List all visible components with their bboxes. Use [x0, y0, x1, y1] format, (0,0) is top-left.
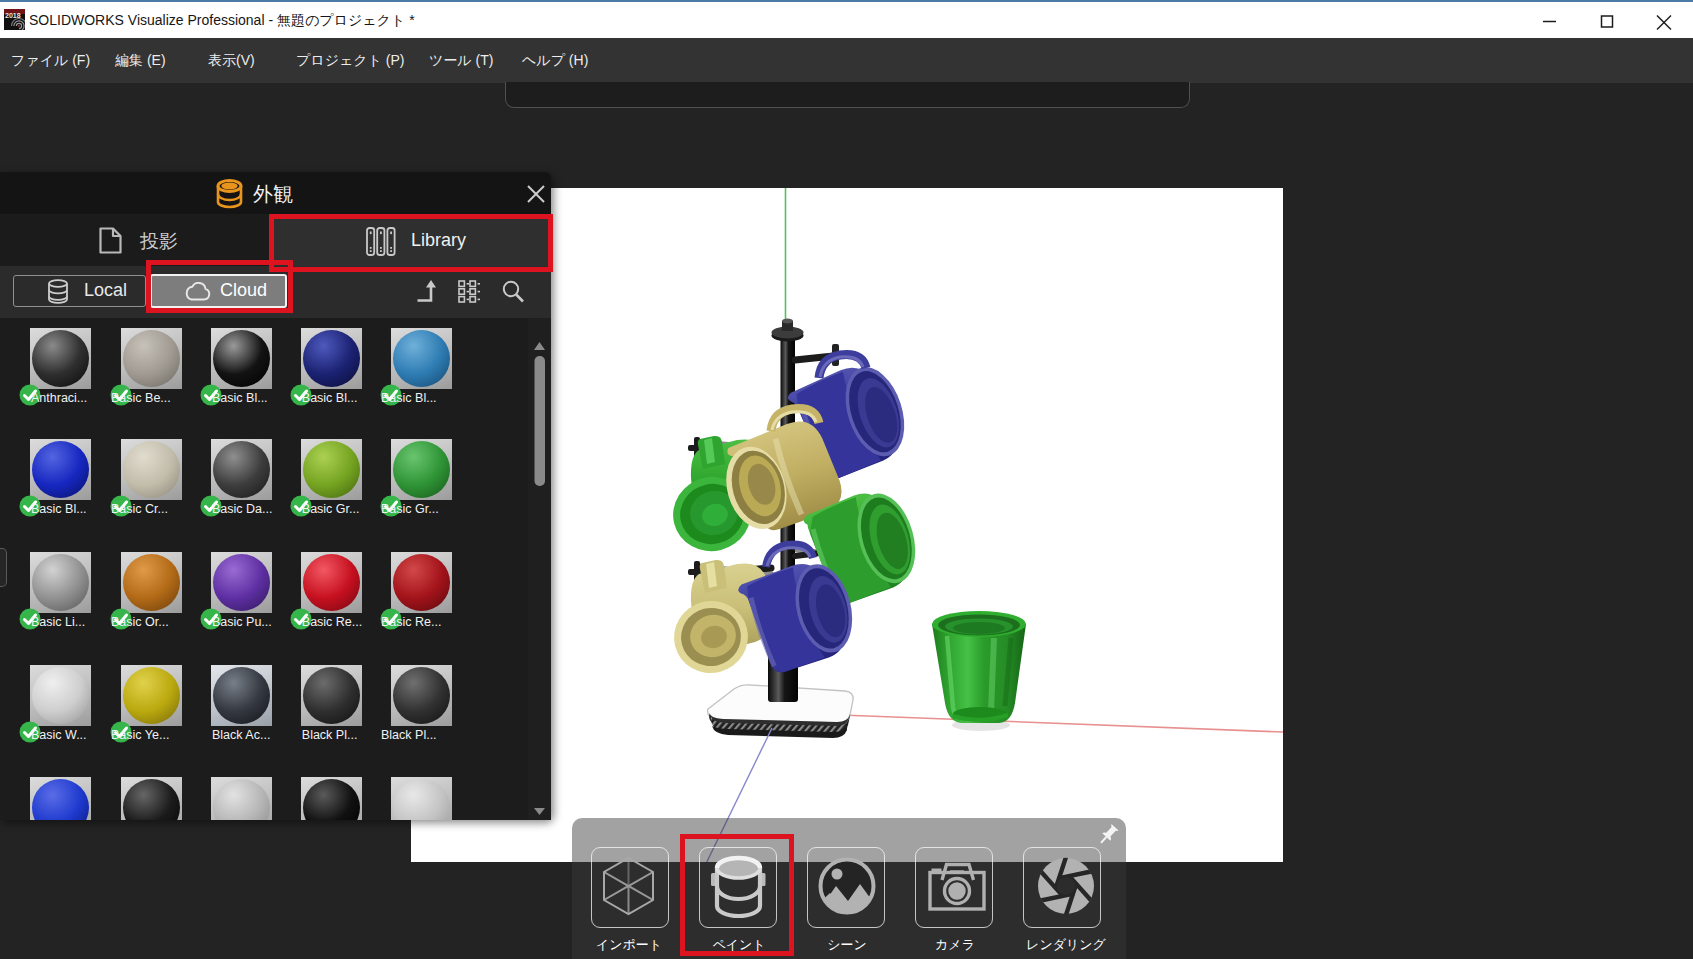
svg-text:2018: 2018 — [5, 12, 21, 19]
